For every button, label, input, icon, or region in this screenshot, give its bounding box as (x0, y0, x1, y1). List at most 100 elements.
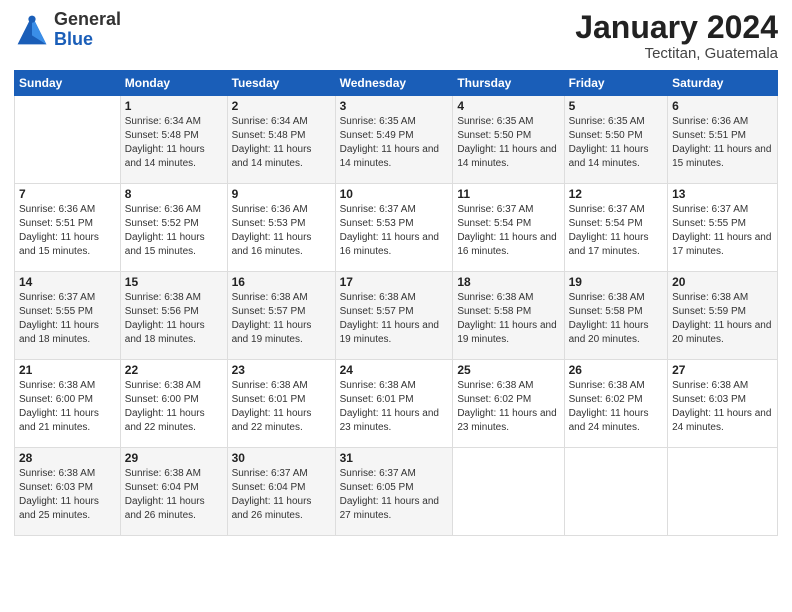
day-cell: 29Sunrise: 6:38 AMSunset: 6:04 PMDayligh… (120, 448, 227, 536)
day-number: 14 (19, 275, 116, 289)
day-info: Sunrise: 6:37 AMSunset: 6:04 PMDaylight:… (232, 467, 331, 523)
col-thursday: Thursday (453, 71, 564, 96)
day-cell: 6 Sunrise: 6:36 AMSunset: 5:51 PMDaylight… (668, 96, 778, 184)
page-container: General Blue January 2024 Tectitan, Guat… (0, 0, 792, 546)
day-number: 13 (672, 187, 773, 201)
header: General Blue January 2024 Tectitan, Guat… (14, 10, 778, 62)
day-cell: 26 Sunrise: 6:38 AMSunset: 6:02 PMDayligh… (564, 360, 667, 448)
header-row: Sunday Monday Tuesday Wednesday Thursday… (15, 71, 778, 96)
day-cell: 25Sunrise: 6:38 AMSunset: 6:02 PMDayligh… (453, 360, 564, 448)
day-info: Sunrise: 6:35 AMSunset: 5:50 PMDaylight:… (569, 115, 663, 171)
title-month: January 2024 (575, 10, 778, 45)
day-number: 12 (569, 187, 663, 201)
day-info: Sunrise: 6:37 AMSunset: 5:54 PMDaylight:… (569, 203, 663, 259)
day-info: Sunrise: 6:38 AMSunset: 5:56 PMDaylight:… (125, 291, 223, 347)
day-cell: 31 Sunrise: 6:37 AMSunset: 6:05 PMDayligh… (335, 448, 453, 536)
day-number: 21 (19, 363, 116, 377)
day-info: Sunrise: 6:37 AMSunset: 5:55 PMDaylight:… (19, 291, 116, 347)
day-info: Sunrise: 6:34 AMSunset: 5:48 PMDaylight:… (232, 115, 331, 171)
day-cell (668, 448, 778, 536)
day-info: Sunrise: 6:38 AMSunset: 6:03 PMDaylight:… (19, 467, 116, 523)
day-info: Sunrise: 6:37 AMSunset: 5:53 PMDaylight:… (340, 203, 449, 259)
day-number: 1 (125, 99, 223, 113)
col-wednesday: Wednesday (335, 71, 453, 96)
day-number: 23 (232, 363, 331, 377)
day-info: Sunrise: 6:38 AMSunset: 5:58 PMDaylight:… (457, 291, 559, 347)
day-cell: 18Sunrise: 6:38 AMSunset: 5:58 PMDayligh… (453, 272, 564, 360)
day-info: Sunrise: 6:35 AMSunset: 5:49 PMDaylight:… (340, 115, 449, 171)
day-cell: 28Sunrise: 6:38 AMSunset: 6:03 PMDayligh… (15, 448, 121, 536)
day-number: 5 (569, 99, 663, 113)
day-info: Sunrise: 6:36 AMSunset: 5:53 PMDaylight:… (232, 203, 331, 259)
logo-blue: Blue (54, 30, 121, 50)
logo-text: General Blue (54, 10, 121, 50)
day-cell: 9Sunrise: 6:36 AMSunset: 5:53 PMDaylight… (227, 184, 335, 272)
day-number: 16 (232, 275, 331, 289)
day-cell: 10 Sunrise: 6:37 AMSunset: 5:53 PMDayligh… (335, 184, 453, 272)
day-info: Sunrise: 6:38 AMSunset: 6:02 PMDaylight:… (457, 379, 559, 435)
day-number: 30 (232, 451, 331, 465)
day-number: 6 (672, 99, 773, 113)
day-info: Sunrise: 6:38 AMSunset: 6:01 PMDaylight:… (340, 379, 449, 435)
day-number: 8 (125, 187, 223, 201)
logo: General Blue (14, 10, 121, 50)
day-cell: 22Sunrise: 6:38 AMSunset: 6:00 PMDayligh… (120, 360, 227, 448)
day-info: Sunrise: 6:37 AMSunset: 5:55 PMDaylight:… (672, 203, 773, 259)
day-number: 3 (340, 99, 449, 113)
day-info: Sunrise: 6:38 AMSunset: 6:02 PMDaylight:… (569, 379, 663, 435)
day-info: Sunrise: 6:38 AMSunset: 5:57 PMDaylight:… (232, 291, 331, 347)
day-cell: 4 Sunrise: 6:35 AMSunset: 5:50 PMDaylight… (453, 96, 564, 184)
day-info: Sunrise: 6:37 AMSunset: 5:54 PMDaylight:… (457, 203, 559, 259)
day-cell: 12 Sunrise: 6:37 AMSunset: 5:54 PMDayligh… (564, 184, 667, 272)
day-info: Sunrise: 6:38 AMSunset: 5:58 PMDaylight:… (569, 291, 663, 347)
day-cell: 20 Sunrise: 6:38 AMSunset: 5:59 PMDayligh… (668, 272, 778, 360)
day-cell: 16 Sunrise: 6:38 AMSunset: 5:57 PMDayligh… (227, 272, 335, 360)
day-info: Sunrise: 6:38 AMSunset: 5:57 PMDaylight:… (340, 291, 449, 347)
day-number: 7 (19, 187, 116, 201)
day-cell: 30 Sunrise: 6:37 AMSunset: 6:04 PMDayligh… (227, 448, 335, 536)
day-number: 10 (340, 187, 449, 201)
day-number: 2 (232, 99, 331, 113)
day-number: 31 (340, 451, 449, 465)
day-info: Sunrise: 6:38 AMSunset: 5:59 PMDaylight:… (672, 291, 773, 347)
day-cell (453, 448, 564, 536)
day-cell: 21 Sunrise: 6:38 AMSunset: 6:00 PMDayligh… (15, 360, 121, 448)
week-row-3: 21 Sunrise: 6:38 AMSunset: 6:00 PMDayligh… (15, 360, 778, 448)
day-number: 15 (125, 275, 223, 289)
day-cell: 2 Sunrise: 6:34 AMSunset: 5:48 PMDaylight… (227, 96, 335, 184)
day-number: 4 (457, 99, 559, 113)
col-saturday: Saturday (668, 71, 778, 96)
day-number: 27 (672, 363, 773, 377)
day-cell: 24 Sunrise: 6:38 AMSunset: 6:01 PMDayligh… (335, 360, 453, 448)
day-number: 20 (672, 275, 773, 289)
day-info: Sunrise: 6:36 AMSunset: 5:51 PMDaylight:… (672, 115, 773, 171)
logo-icon (14, 12, 50, 48)
day-number: 29 (125, 451, 223, 465)
day-number: 19 (569, 275, 663, 289)
col-friday: Friday (564, 71, 667, 96)
day-number: 26 (569, 363, 663, 377)
day-cell: 15 Sunrise: 6:38 AMSunset: 5:56 PMDayligh… (120, 272, 227, 360)
day-cell: 5 Sunrise: 6:35 AMSunset: 5:50 PMDaylight… (564, 96, 667, 184)
day-cell: 7 Sunrise: 6:36 AMSunset: 5:51 PMDaylight… (15, 184, 121, 272)
col-sunday: Sunday (15, 71, 121, 96)
day-cell: 8 Sunrise: 6:36 AMSunset: 5:52 PMDaylight… (120, 184, 227, 272)
col-tuesday: Tuesday (227, 71, 335, 96)
day-cell: 17 Sunrise: 6:38 AMSunset: 5:57 PMDayligh… (335, 272, 453, 360)
day-cell: 14 Sunrise: 6:37 AMSunset: 5:55 PMDayligh… (15, 272, 121, 360)
day-info: Sunrise: 6:38 AMSunset: 6:01 PMDaylight:… (232, 379, 331, 435)
col-monday: Monday (120, 71, 227, 96)
day-info: Sunrise: 6:38 AMSunset: 6:00 PMDaylight:… (19, 379, 116, 435)
day-number: 17 (340, 275, 449, 289)
day-number: 11 (457, 187, 559, 201)
day-info: Sunrise: 6:36 AMSunset: 5:51 PMDaylight:… (19, 203, 116, 259)
calendar-table: Sunday Monday Tuesday Wednesday Thursday… (14, 70, 778, 536)
day-info: Sunrise: 6:36 AMSunset: 5:52 PMDaylight:… (125, 203, 223, 259)
week-row-4: 28Sunrise: 6:38 AMSunset: 6:03 PMDayligh… (15, 448, 778, 536)
day-number: 24 (340, 363, 449, 377)
day-cell: 3 Sunrise: 6:35 AMSunset: 5:49 PMDaylight… (335, 96, 453, 184)
day-cell: 13 Sunrise: 6:37 AMSunset: 5:55 PMDayligh… (668, 184, 778, 272)
logo-general: General (54, 10, 121, 30)
day-info: Sunrise: 6:37 AMSunset: 6:05 PMDaylight:… (340, 467, 449, 523)
day-info: Sunrise: 6:35 AMSunset: 5:50 PMDaylight:… (457, 115, 559, 171)
